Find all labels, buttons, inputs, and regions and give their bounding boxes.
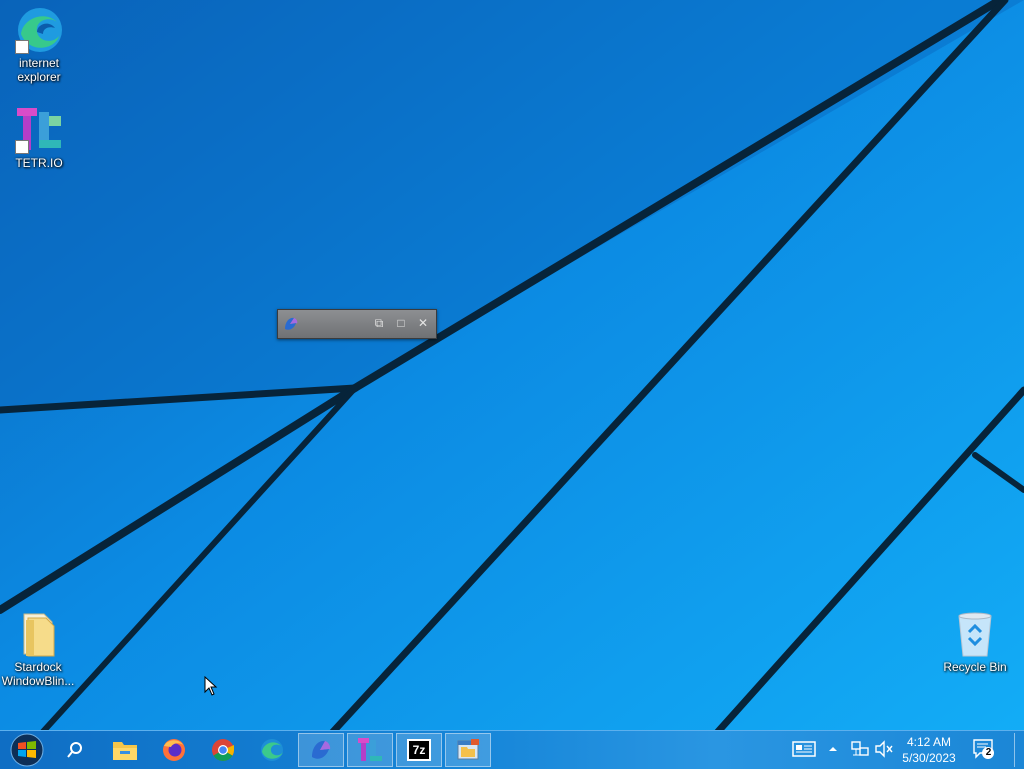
news-icon (792, 741, 816, 757)
firefox-icon (163, 739, 185, 761)
folder-icon (14, 610, 62, 658)
close-icon[interactable]: ✕ (416, 316, 430, 330)
network-icon (851, 741, 869, 756)
recycle-bin-icon (951, 610, 999, 658)
taskbar-firefox[interactable] (151, 733, 197, 767)
7zip-label: 7z (412, 743, 426, 757)
chrome-icon (212, 739, 234, 761)
show-desktop-button[interactable] (1014, 733, 1023, 767)
search-icon (67, 742, 82, 758)
desktop-icon-tetrio[interactable]: TETR.IO (1, 106, 77, 170)
maximize-icon[interactable]: □ (394, 316, 408, 330)
taskbar-clock[interactable]: 4:12 AM 5/30/2023 (897, 734, 961, 766)
notification-center-button[interactable]: 2 (972, 739, 996, 759)
taskbar-explorer-window[interactable] (445, 733, 491, 767)
copilot-icon (282, 315, 300, 338)
shortcut-arrow-icon (15, 40, 29, 54)
start-button[interactable] (4, 733, 50, 767)
volume-muted-icon (875, 740, 893, 758)
mini-window[interactable]: ⧉ □ ✕ (277, 309, 437, 339)
search-button[interactable] (52, 733, 98, 767)
restore-icon[interactable]: ⧉ (372, 316, 386, 330)
edge-icon (15, 6, 63, 54)
desktop-icon-label: Stardock WindowBlin... (1, 660, 75, 688)
edge-icon (261, 739, 283, 761)
explorer-window-icon (457, 739, 479, 760)
clock-date: 5/30/2023 (902, 751, 956, 765)
taskbar-file-explorer[interactable] (102, 733, 148, 767)
desktop-icon-recycle-bin[interactable]: Recycle Bin (937, 610, 1013, 674)
desktop-icon-label: internet explorer (17, 56, 61, 84)
taskbar-tetrio[interactable] (347, 733, 393, 767)
copilot-icon (312, 740, 331, 759)
news-button[interactable] (792, 739, 816, 759)
windows-logo-icon (10, 733, 44, 767)
desktop-icon-label: Recycle Bin (943, 660, 1007, 674)
7zip-icon: 7z (407, 739, 431, 761)
volume-button[interactable] (874, 739, 894, 759)
network-button[interactable] (850, 739, 870, 759)
taskbar-edge[interactable] (249, 733, 295, 767)
taskbar-chrome[interactable] (200, 733, 246, 767)
notification-count-badge: 2 (985, 747, 992, 758)
tetrio-icon (358, 738, 382, 761)
shortcut-arrow-icon (15, 140, 29, 154)
taskbar-7zip[interactable]: 7z (396, 733, 442, 767)
desktop-icon-label: TETR.IO (15, 156, 63, 170)
tetrio-icon (15, 106, 63, 154)
folder-icon (113, 742, 137, 760)
taskbar: 7z 4:12 AM 5/30/2023 2 (0, 730, 1024, 769)
show-hidden-icons-button[interactable] (826, 739, 840, 759)
desktop-icon-internet-explorer[interactable]: internet explorer (1, 6, 77, 84)
desktop-wallpaper (0, 0, 1024, 768)
desktop-icon-stardock[interactable]: Stardock WindowBlin... (0, 610, 76, 688)
chevron-up-icon (829, 747, 837, 751)
clock-time: 4:12 AM (906, 735, 952, 749)
mouse-cursor-icon (204, 676, 218, 696)
taskbar-copilot[interactable] (298, 733, 344, 767)
